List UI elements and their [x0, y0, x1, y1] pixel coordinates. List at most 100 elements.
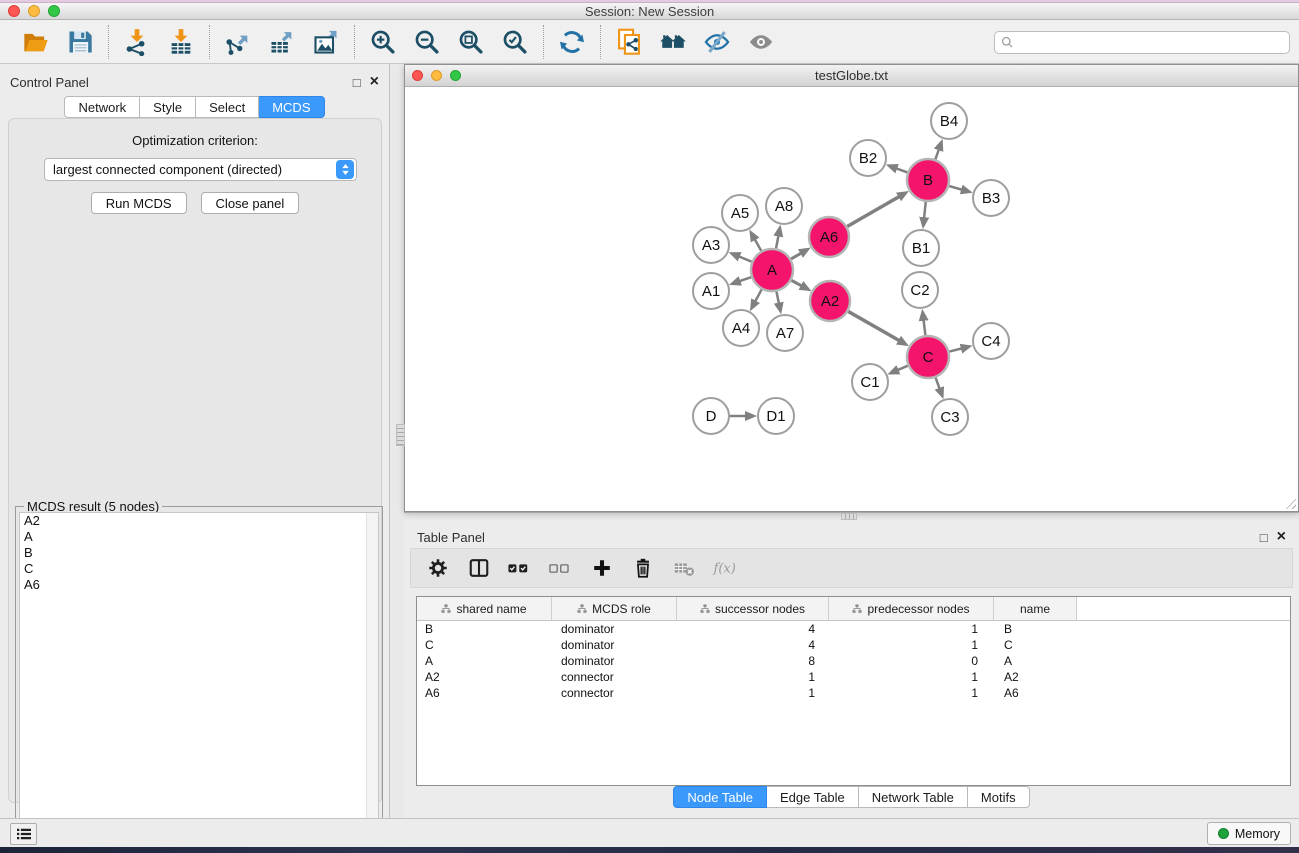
- export-image-button[interactable]: [308, 25, 344, 59]
- close-panel-icon[interactable]: ×: [370, 74, 379, 90]
- table-row[interactable]: Bdominator41B: [417, 621, 1290, 637]
- delete-column-button[interactable]: [630, 554, 656, 582]
- network-from-selection-button[interactable]: [611, 25, 647, 59]
- float-table-panel-icon[interactable]: □: [1260, 531, 1268, 544]
- svg-text:C2: C2: [910, 282, 929, 299]
- run-mcds-button[interactable]: Run MCDS: [91, 192, 187, 214]
- tab-node-table[interactable]: Node Table: [673, 786, 767, 808]
- mcds-result-list[interactable]: A2ABCA6: [19, 512, 379, 847]
- graph-node-B3[interactable]: B3: [973, 180, 1009, 216]
- table-panel-title: Table Panel: [417, 530, 1260, 545]
- memory-button[interactable]: Memory: [1207, 822, 1291, 845]
- graph-node-A1[interactable]: A1: [693, 273, 729, 309]
- graph-node-A6[interactable]: A6: [809, 217, 849, 257]
- close-table-panel-icon[interactable]: ×: [1277, 529, 1286, 545]
- float-panel-icon[interactable]: □: [353, 76, 361, 89]
- zoom-out-button[interactable]: [409, 25, 445, 59]
- svg-text:B3: B3: [982, 190, 1000, 207]
- edge-A-A8: [776, 235, 778, 248]
- optimization-criterion-select[interactable]: largest connected component (directed): [44, 158, 357, 181]
- tab-edge-table[interactable]: Edge Table: [767, 786, 859, 808]
- column-header-predecessor-nodes[interactable]: predecessor nodes: [829, 597, 994, 621]
- graph-node-A8[interactable]: A8: [766, 188, 802, 224]
- graph-node-A4[interactable]: A4: [723, 310, 759, 346]
- tab-select[interactable]: Select: [196, 96, 259, 118]
- zoom-in-button[interactable]: [365, 25, 401, 59]
- close-panel-button[interactable]: Close panel: [201, 192, 300, 214]
- tab-network[interactable]: Network: [64, 96, 140, 118]
- network-window-titlebar[interactable]: testGlobe.txt: [405, 65, 1298, 87]
- search-box[interactable]: [994, 31, 1290, 54]
- export-network-button[interactable]: [220, 25, 256, 59]
- column-visibility-button[interactable]: [466, 554, 492, 582]
- edge-A-A7: [776, 292, 778, 304]
- deselect-all-rows-button[interactable]: [548, 554, 574, 582]
- save-session-button[interactable]: [62, 25, 98, 59]
- export-table-icon: [268, 28, 296, 56]
- graph-node-A[interactable]: A: [751, 249, 793, 291]
- show-all-button[interactable]: [743, 25, 779, 59]
- vertical-split-gripper[interactable]: [396, 424, 405, 446]
- graph-node-D1[interactable]: D1: [758, 398, 794, 434]
- apply-layout-button[interactable]: [655, 25, 691, 59]
- cell: 8: [677, 653, 829, 669]
- horizontal-split-gripper[interactable]: [841, 513, 857, 520]
- column-header-shared-name[interactable]: shared name: [417, 597, 552, 621]
- graph-node-B4[interactable]: B4: [931, 103, 967, 139]
- zoom-selected-icon: [501, 28, 529, 56]
- cell: A6: [994, 685, 1077, 701]
- graph-node-A2[interactable]: A2: [810, 281, 850, 321]
- result-item[interactable]: A6: [20, 577, 378, 593]
- refresh-view-button[interactable]: [554, 25, 590, 59]
- zoom-selected-button[interactable]: [497, 25, 533, 59]
- search-input[interactable]: [1018, 36, 1283, 50]
- graph-node-A3[interactable]: A3: [693, 227, 729, 263]
- tab-mcds[interactable]: MCDS: [259, 96, 324, 118]
- graph-node-B[interactable]: B: [907, 159, 949, 201]
- graph-node-B1[interactable]: B1: [903, 230, 939, 266]
- table-row[interactable]: A6connector11A6: [417, 685, 1290, 701]
- column-header-name[interactable]: name: [994, 597, 1077, 621]
- graph-node-B2[interactable]: B2: [850, 140, 886, 176]
- svg-text:C4: C4: [981, 333, 1000, 350]
- import-table-icon: [167, 28, 195, 56]
- hierarchy-icon: [700, 604, 710, 614]
- graph-node-A7[interactable]: A7: [767, 315, 803, 351]
- column-header-successor-nodes[interactable]: successor nodes: [677, 597, 829, 621]
- graph-node-A5[interactable]: A5: [722, 195, 758, 231]
- zoom-fit-button[interactable]: [453, 25, 489, 59]
- hide-selected-button[interactable]: [699, 25, 735, 59]
- toolbar-separator: [209, 25, 210, 59]
- graph-node-C[interactable]: C: [907, 336, 949, 378]
- table-row[interactable]: A2connector11A2: [417, 669, 1290, 685]
- mcds-panel: Optimization criterion: largest connecte…: [8, 118, 382, 803]
- import-table-button[interactable]: [163, 25, 199, 59]
- table-options-button[interactable]: [425, 554, 451, 582]
- graph-node-C2[interactable]: C2: [902, 272, 938, 308]
- graph-node-C4[interactable]: C4: [973, 323, 1009, 359]
- graph-node-C3[interactable]: C3: [932, 399, 968, 435]
- export-network-icon: [224, 28, 252, 56]
- export-table-button[interactable]: [264, 25, 300, 59]
- result-item[interactable]: A2: [20, 513, 378, 529]
- table-row[interactable]: Adominator80A: [417, 653, 1290, 669]
- network-canvas[interactable]: A B C A2 A6 A1 A3 A4 A5 A7 A8 B1 B2 B3 B4 C1 C2 C3 C4 D D1: [405, 87, 1298, 511]
- column-header-mcds-role[interactable]: MCDS role: [552, 597, 677, 621]
- tab-motifs[interactable]: Motifs: [968, 786, 1030, 808]
- create-column-button[interactable]: [589, 554, 615, 582]
- edge-C-C3: [936, 378, 940, 389]
- result-item[interactable]: C: [20, 561, 378, 577]
- open-session-button[interactable]: [18, 25, 54, 59]
- tab-style[interactable]: Style: [140, 96, 196, 118]
- tab-network-table[interactable]: Network Table: [859, 786, 968, 808]
- result-scrollbar-track[interactable]: [366, 513, 378, 846]
- app-title: Session: New Session: [0, 4, 1299, 19]
- table-row[interactable]: Cdominator41C: [417, 637, 1290, 653]
- result-item[interactable]: A: [20, 529, 378, 545]
- graph-node-D[interactable]: D: [693, 398, 729, 434]
- select-all-rows-button[interactable]: [507, 554, 533, 582]
- result-item[interactable]: B: [20, 545, 378, 561]
- panel-stack-button[interactable]: [10, 823, 37, 845]
- graph-node-C1[interactable]: C1: [852, 364, 888, 400]
- import-network-button[interactable]: [119, 25, 155, 59]
